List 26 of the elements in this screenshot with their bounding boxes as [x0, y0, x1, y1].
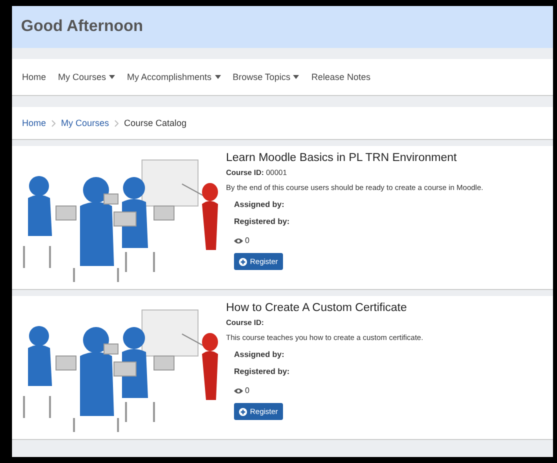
caret-icon: [214, 75, 221, 79]
chevron-icon: [114, 120, 120, 126]
breadcrumb-link[interactable]: Home: [22, 118, 46, 128]
registered-by-label: Registered by:: [234, 217, 291, 226]
nav-link[interactable]: Browse Topics: [232, 72, 300, 82]
registered-by-label: Registered by:: [234, 367, 291, 376]
caret-icon: [109, 75, 116, 79]
nav-link[interactable]: My Courses: [58, 72, 116, 82]
plus-circle-icon: [239, 408, 247, 416]
course-title[interactable]: Learn Moodle Basics in PL TRN Environment: [226, 152, 484, 164]
nav-link[interactable]: My Accomplishments: [127, 72, 221, 82]
greeting-title: Good Afternoon: [21, 18, 144, 36]
view-count: 0: [245, 236, 250, 245]
nav-link[interactable]: Release Notes: [311, 72, 370, 82]
eye-icon: [234, 238, 243, 244]
nav-link[interactable]: Home: [22, 72, 46, 82]
caret-icon: [293, 75, 300, 79]
breadcrumb-current: Course Catalog: [124, 118, 187, 128]
plus-circle-icon: [239, 258, 247, 266]
view-count: 0: [245, 386, 250, 395]
assigned-by-label: Assigned by:: [234, 350, 286, 359]
eye-icon: [234, 388, 243, 394]
chevron-icon: [51, 120, 56, 126]
course-title[interactable]: How to Create A Custom Certificate: [226, 302, 424, 314]
breadcrumb-link[interactable]: My Courses: [61, 118, 110, 128]
assigned-by-label: Assigned by:: [234, 200, 286, 209]
